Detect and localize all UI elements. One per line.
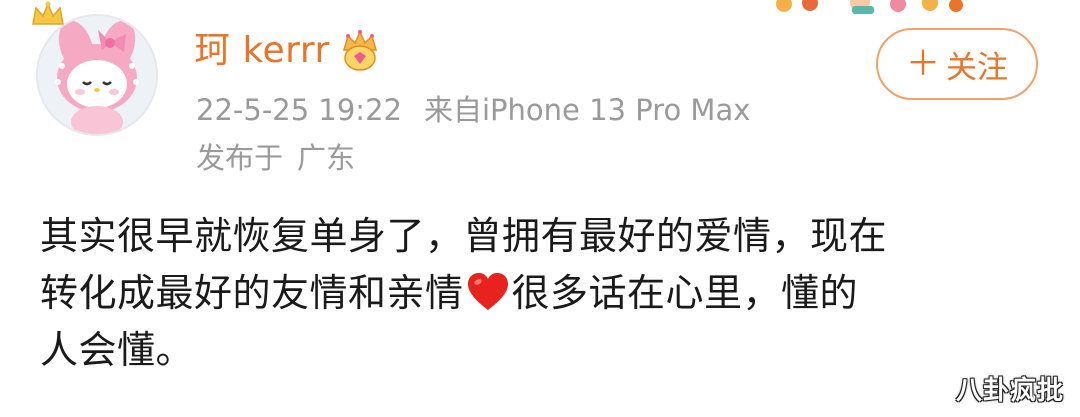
red-heart-icon <box>467 273 508 310</box>
username-link[interactable]: 珂 kerrr <box>194 28 330 74</box>
post-text-line-1: 其实很早就恢复单身了，曾拥有最好的爱情，现在 <box>40 214 888 258</box>
user-avatar[interactable] <box>36 14 158 136</box>
post-content: 其实很早就恢复单身了，曾拥有最好的爱情，现在 转化成最好的友情和亲情 很多话在心里… <box>40 208 1050 379</box>
crown-icon <box>32 1 64 25</box>
vip-crown-badge-icon[interactable] <box>340 30 380 72</box>
post-source: 来自iPhone 13 Pro Max <box>423 93 751 127</box>
post-text-line-2a: 转化成最好的友情和亲情 <box>40 271 464 315</box>
weibo-post: 珂 kerrr 22-5-25 19:22 来自iPhone 13 Pro Max… <box>0 0 1080 417</box>
post-text-line-2b: 很多话在心里，懂的 <box>511 271 859 315</box>
post-time: 22-5-25 19:22 <box>196 93 402 127</box>
sticker-decoration-icon <box>776 0 963 14</box>
watermark-text: 八卦疯批 <box>955 376 1064 406</box>
location-value: 广东 <box>297 141 356 175</box>
post-location: 发布于 广东 <box>196 138 355 178</box>
post-text-line-3: 人会懂。 <box>40 328 195 372</box>
my-melody-avatar-icon <box>38 16 156 134</box>
follow-label: 关注 <box>946 49 1008 86</box>
plus-icon: ＋ <box>906 44 940 84</box>
location-label: 发布于 <box>196 141 284 175</box>
post-meta: 22-5-25 19:22 来自iPhone 13 Pro Max <box>196 90 750 130</box>
follow-button[interactable]: ＋ 关注 <box>876 28 1038 100</box>
